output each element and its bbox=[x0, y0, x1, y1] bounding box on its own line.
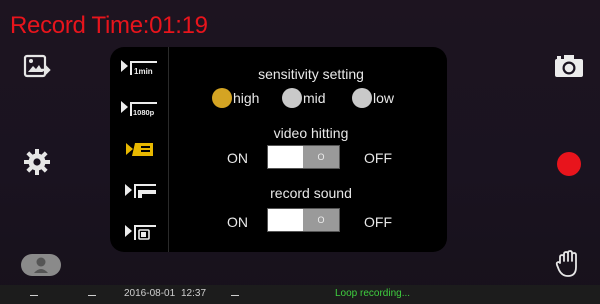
record-icon bbox=[557, 152, 581, 176]
radio-dot bbox=[212, 88, 232, 108]
sensitivity-mid-label: mid bbox=[303, 90, 326, 106]
menu-item-record-sound[interactable] bbox=[110, 211, 168, 252]
menu-item-sensitivity[interactable] bbox=[110, 129, 168, 170]
sensitivity-high-radio[interactable]: high bbox=[212, 88, 259, 108]
menu-item-clip-length[interactable]: 1min bbox=[110, 47, 168, 88]
record-sound-toggle[interactable]: O bbox=[267, 208, 340, 232]
hand-icon bbox=[555, 250, 577, 277]
record-sound-on-label: ON bbox=[227, 214, 248, 230]
image-export-icon bbox=[23, 54, 51, 78]
record-time: Record Time:01:19 bbox=[10, 12, 208, 39]
voice-icon bbox=[34, 257, 48, 273]
record-sound-off-label: OFF bbox=[364, 214, 392, 230]
clip-length-label: 1min bbox=[134, 67, 153, 76]
status-text: Loop recording... bbox=[335, 288, 411, 299]
image-export-button[interactable] bbox=[22, 52, 52, 82]
sensitivity-low-radio[interactable]: low bbox=[352, 88, 394, 108]
radio-dot bbox=[282, 88, 302, 108]
video-hitting-toggle[interactable]: O bbox=[267, 145, 340, 169]
radio-dot bbox=[352, 88, 372, 108]
record-sound-icon bbox=[125, 224, 156, 240]
status-time: 12:37 bbox=[181, 288, 207, 299]
sensitivity-low-label: low bbox=[373, 90, 395, 106]
snapshot-button[interactable] bbox=[553, 52, 585, 80]
camera-icon bbox=[555, 55, 583, 77]
video-hitting-on-label: ON bbox=[227, 150, 248, 166]
status-dash bbox=[30, 295, 38, 296]
video-hitting-icon bbox=[125, 183, 156, 198]
sensitivity-mid-radio[interactable]: mid bbox=[282, 88, 326, 108]
gear-icon bbox=[24, 149, 50, 175]
resolution-icon: 1080p bbox=[121, 100, 157, 117]
video-hitting-off-label: OFF bbox=[364, 150, 392, 166]
toggle-knob: O bbox=[303, 146, 339, 168]
status-dash bbox=[88, 295, 96, 296]
menu-divider bbox=[168, 47, 169, 252]
camera-screen: Record Time:01:19 1min 1080p sensitivity… bbox=[0, 0, 600, 304]
settings-menu: 1min 1080p bbox=[110, 47, 168, 252]
gesture-button[interactable] bbox=[553, 248, 585, 280]
clip-length-icon: 1min bbox=[121, 59, 157, 76]
record-sound-title: record sound bbox=[270, 185, 352, 201]
status-date: 2016-08-01 bbox=[124, 288, 176, 299]
sensitivity-title: sensitivity setting bbox=[258, 66, 364, 82]
voice-button[interactable] bbox=[21, 254, 61, 276]
toggle-knob: O bbox=[303, 209, 339, 231]
record-button[interactable] bbox=[552, 147, 586, 181]
settings-button[interactable] bbox=[22, 147, 52, 177]
sensitivity-high-label: high bbox=[233, 90, 260, 106]
resolution-label: 1080p bbox=[133, 108, 155, 117]
menu-item-video-hitting[interactable] bbox=[110, 170, 168, 211]
sensitivity-icon bbox=[126, 142, 153, 156]
video-hitting-title: video hitting bbox=[273, 125, 349, 141]
status-dash bbox=[231, 295, 239, 296]
menu-item-resolution[interactable]: 1080p bbox=[110, 88, 168, 129]
